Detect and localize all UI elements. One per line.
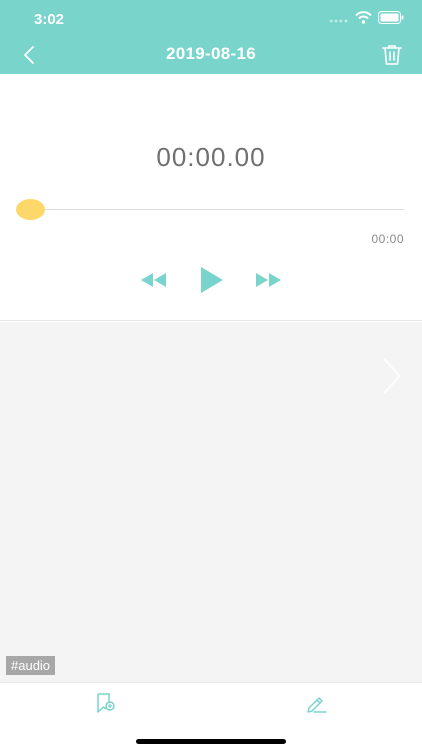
add-bookmark-button[interactable] bbox=[94, 691, 118, 715]
rewind-button[interactable] bbox=[141, 273, 167, 292]
status-time: 3:02 bbox=[34, 11, 65, 28]
playback-controls bbox=[0, 267, 422, 293]
trash-icon bbox=[382, 45, 402, 65]
tag-badge[interactable]: #audio bbox=[6, 656, 56, 675]
delete-button[interactable] bbox=[380, 43, 404, 67]
play-button[interactable] bbox=[200, 267, 224, 298]
play-icon bbox=[201, 267, 223, 293]
fast-forward-button[interactable] bbox=[255, 273, 281, 292]
signal-icon bbox=[329, 11, 349, 29]
note-content[interactable]: #audio bbox=[0, 322, 422, 682]
edit-button[interactable] bbox=[304, 691, 328, 715]
battery-icon bbox=[378, 11, 404, 29]
fast-forward-icon bbox=[256, 273, 281, 287]
progress-track[interactable] bbox=[30, 209, 404, 210]
top-bar: 3:02 2019-08-16 bbox=[0, 0, 422, 74]
progress-knob[interactable] bbox=[16, 199, 45, 220]
status-icons bbox=[329, 11, 404, 29]
wifi-icon bbox=[355, 11, 372, 29]
current-time: 00:00.00 bbox=[156, 142, 266, 172]
chevron-right-icon bbox=[383, 358, 402, 394]
rewind-icon bbox=[141, 273, 166, 287]
next-button[interactable] bbox=[380, 356, 404, 396]
home-indicator bbox=[136, 739, 286, 744]
page-title: 2019-08-16 bbox=[166, 44, 256, 63]
duration: 00:00 bbox=[371, 232, 404, 246]
bottom-toolbar bbox=[0, 682, 422, 750]
audio-player: 00:00.00 00:00 bbox=[0, 74, 422, 321]
bookmark-add-icon bbox=[97, 693, 115, 713]
pencil-icon bbox=[307, 697, 327, 713]
